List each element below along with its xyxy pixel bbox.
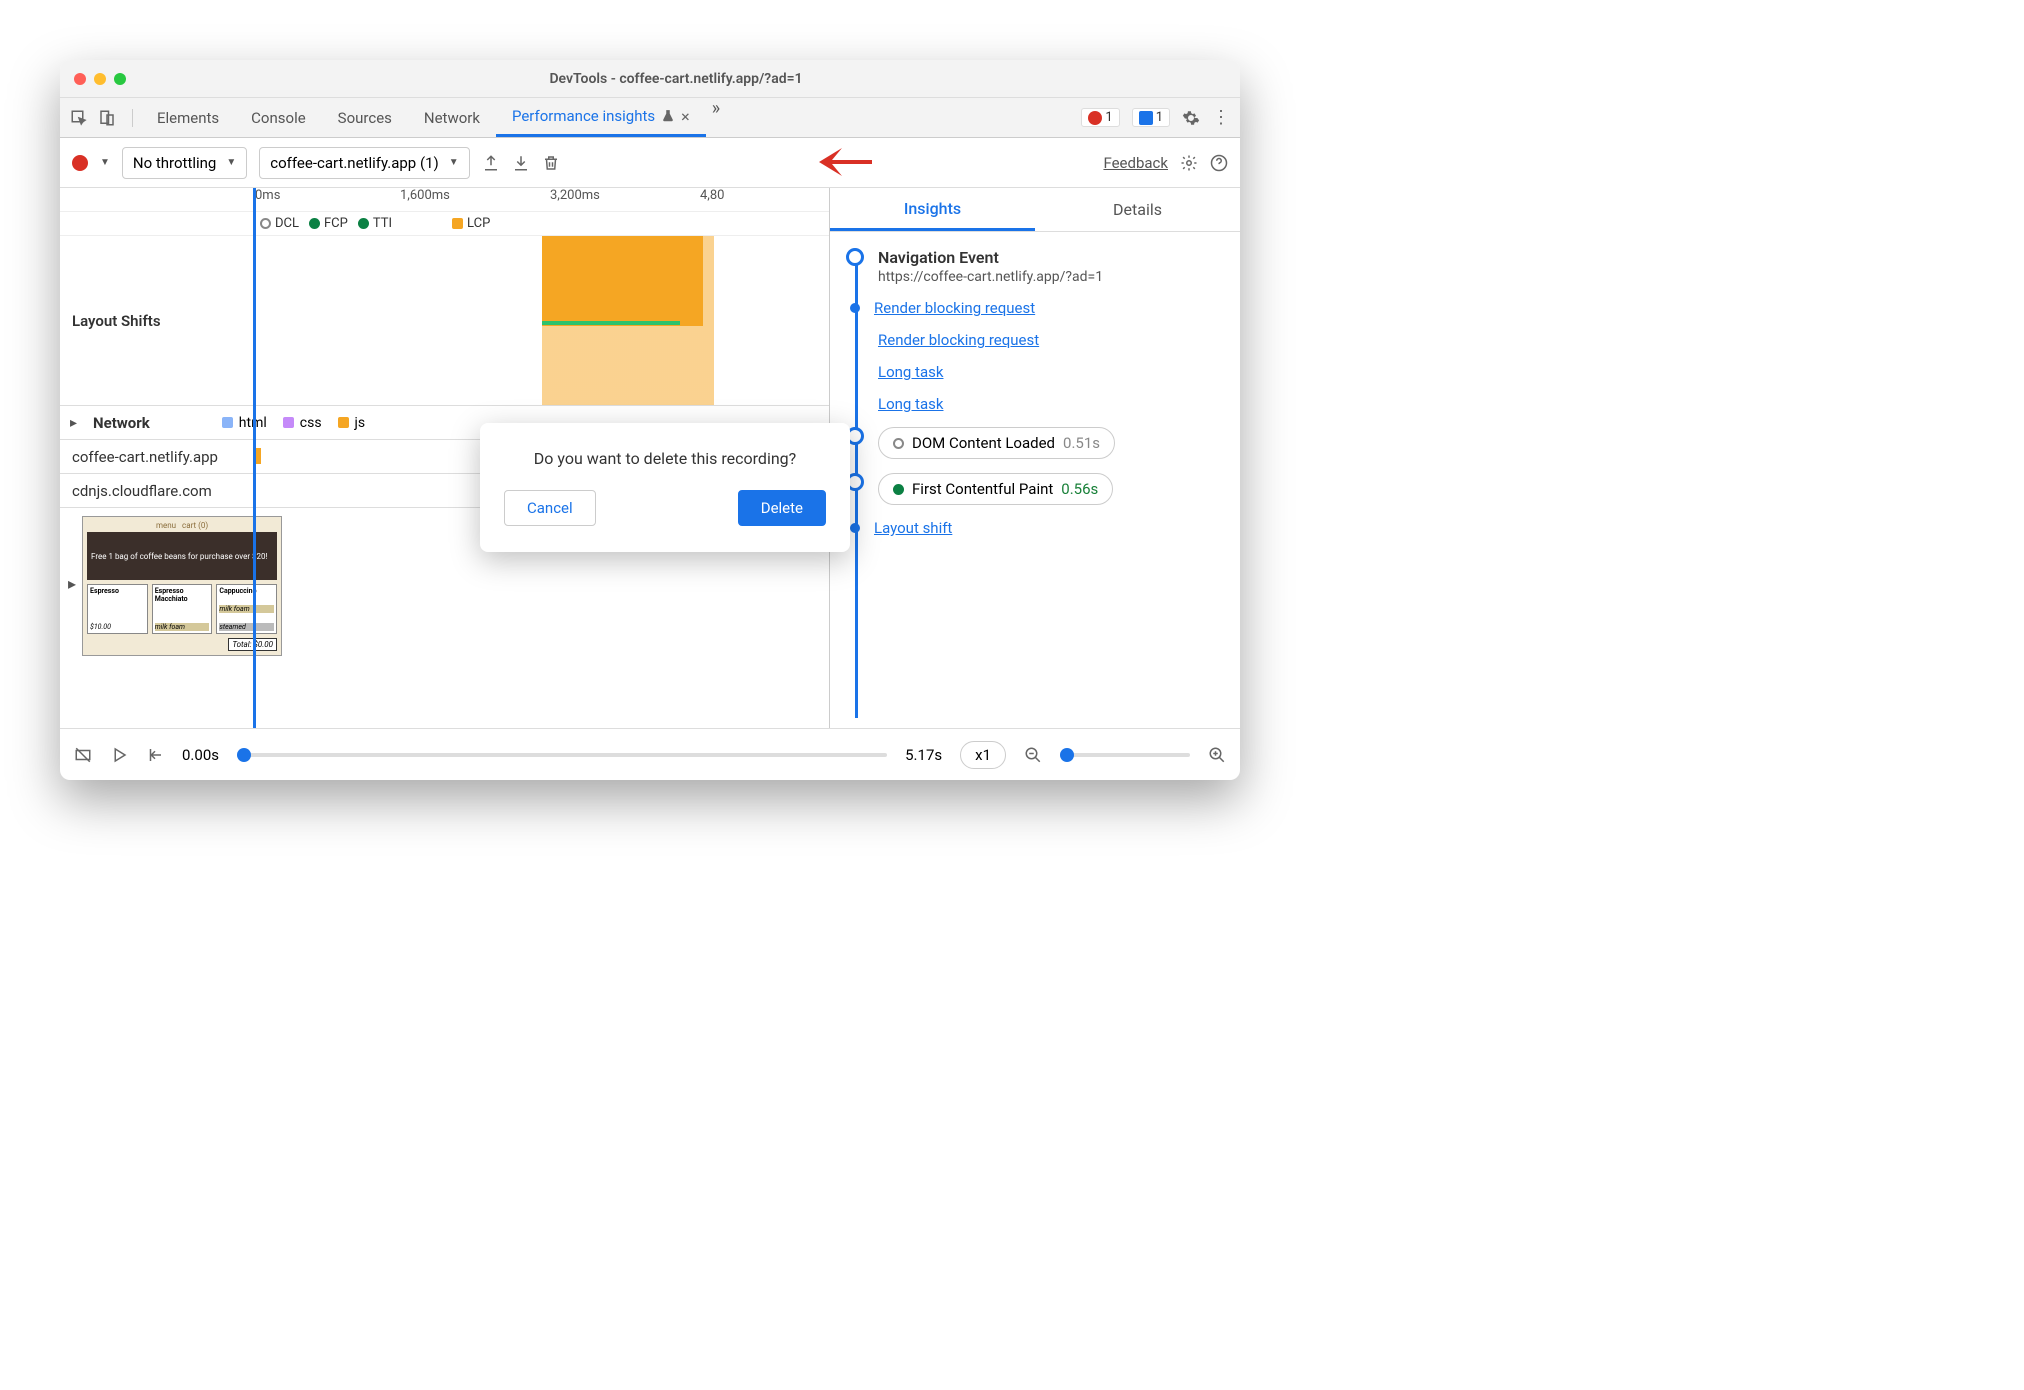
layout-shifts-label: Layout Shifts (60, 312, 255, 330)
net-type-css: css (283, 415, 322, 431)
insights-pane: Insights Details Navigation Event https:… (830, 188, 1240, 728)
net-type-js: js (338, 415, 366, 431)
throttling-select[interactable]: No throttling ▼ (122, 147, 247, 179)
network-label: Network (93, 414, 150, 432)
flask-icon (661, 109, 675, 123)
insight-title: Navigation Event (878, 248, 1224, 267)
play-slider[interactable] (237, 753, 887, 757)
toolbar-left-icons (70, 109, 133, 127)
layout-shift-bar[interactable] (542, 321, 680, 325)
window-title: DevTools - coffee-cart.netlify.app/?ad=1 (126, 71, 1226, 87)
insights-body: Navigation Event https://coffee-cart.net… (830, 232, 1240, 728)
tab-details[interactable]: Details (1035, 188, 1240, 231)
tab-elements[interactable]: Elements (141, 98, 235, 137)
insight-node-icon (846, 248, 864, 266)
trash-icon[interactable] (542, 154, 560, 172)
tab-performance-insights[interactable]: Performance insights × (496, 98, 706, 137)
confirm-dialog: Do you want to delete this recording? Ca… (480, 423, 850, 552)
settings-gear-icon[interactable] (1182, 109, 1200, 127)
markers-row: DCL FCP TTI LCP (60, 212, 829, 236)
record-dropdown-icon[interactable]: ▼ (100, 157, 110, 168)
maximize-window[interactable] (114, 73, 126, 85)
marker-lcp[interactable]: LCP (452, 216, 490, 231)
marker-dcl[interactable]: DCL (260, 216, 299, 231)
kebab-menu-icon[interactable]: ⋮ (1212, 107, 1230, 128)
zoom-slider[interactable] (1060, 753, 1190, 757)
toolbar-gear-icon[interactable] (1180, 154, 1198, 172)
inspect-icon[interactable] (70, 109, 88, 127)
tabs-overflow-icon[interactable]: » (706, 98, 726, 137)
speed-button[interactable]: x1 (960, 741, 1006, 769)
upload-icon[interactable] (482, 154, 500, 172)
zoom-in-icon[interactable] (1208, 746, 1226, 764)
help-icon[interactable] (1210, 154, 1228, 172)
main-area: 0ms 1,600ms 3,200ms 4,80 DCL FCP TTI LCP… (60, 188, 1240, 728)
dialog-message: Do you want to delete this recording? (504, 449, 826, 468)
record-button[interactable] (72, 155, 88, 171)
insight-url: https://coffee-cart.netlify.app/?ad=1 (878, 269, 1224, 285)
net-type-html: html (222, 415, 267, 431)
download-icon[interactable] (512, 154, 530, 172)
time-end: 5.17s (905, 746, 942, 764)
zoom-out-icon[interactable] (1024, 746, 1042, 764)
error-badge[interactable]: 1 (1081, 108, 1119, 127)
chevron-down-icon: ▼ (226, 157, 236, 168)
traffic-lights (74, 73, 126, 85)
time-start: 0.00s (182, 746, 219, 764)
recording-select[interactable]: coffee-cart.netlify.app (1) ▼ (259, 147, 469, 179)
marker-fcp[interactable]: FCP (309, 216, 348, 231)
ring-icon (893, 438, 904, 449)
insight-link[interactable]: Render blocking request (878, 331, 1039, 349)
marker-tti[interactable]: TTI (358, 216, 392, 231)
insight-link[interactable]: Long task (878, 363, 943, 381)
insight-tabs: Insights Details (830, 188, 1240, 232)
dot-icon (893, 484, 904, 495)
chevron-down-icon: ▼ (449, 157, 459, 168)
insight-link[interactable]: Render blocking request (874, 299, 1035, 317)
insight-link[interactable]: Layout shift (874, 519, 952, 537)
annotation-arrow (817, 140, 877, 184)
play-icon[interactable] (110, 746, 128, 764)
close-tab-icon[interactable]: × (681, 107, 690, 126)
devtools-window: DevTools - coffee-cart.netlify.app/?ad=1… (60, 60, 1240, 780)
tabbar: Elements Console Sources Network Perform… (60, 98, 1240, 138)
close-window[interactable] (74, 73, 86, 85)
insight-dot-icon (850, 303, 860, 313)
tab-console[interactable]: Console (235, 98, 322, 137)
device-toggle-icon[interactable] (98, 109, 116, 127)
tab-network[interactable]: Network (408, 98, 496, 137)
feedback-link[interactable]: Feedback (1103, 154, 1168, 172)
insight-link[interactable]: Long task (878, 395, 943, 413)
layout-shifts-track: Layout Shifts (60, 236, 829, 406)
time-axis: 0ms 1,600ms 3,200ms 4,80 (60, 188, 829, 212)
layout-shift-block[interactable] (542, 236, 703, 326)
tab-sources[interactable]: Sources (322, 98, 408, 137)
screenshot-toggle-icon[interactable] (74, 746, 92, 764)
recording-toolbar: ▼ No throttling ▼ coffee-cart.netlify.ap… (60, 138, 1240, 188)
playhead-line (253, 188, 256, 728)
insight-metric-pill[interactable]: First Contentful Paint 0.56s (878, 473, 1113, 505)
minimize-window[interactable] (94, 73, 106, 85)
playbar: 0.00s 5.17s x1 (60, 728, 1240, 780)
tab-insights[interactable]: Insights (830, 188, 1035, 231)
insight-dot-icon (850, 523, 860, 533)
rewind-icon[interactable] (146, 746, 164, 764)
delete-button[interactable]: Delete (738, 490, 826, 526)
cancel-button[interactable]: Cancel (504, 490, 596, 526)
titlebar: DevTools - coffee-cart.netlify.app/?ad=1 (60, 60, 1240, 98)
insight-metric-pill[interactable]: DOM Content Loaded 0.51s (878, 427, 1115, 459)
message-badge[interactable]: 1 (1132, 108, 1170, 127)
